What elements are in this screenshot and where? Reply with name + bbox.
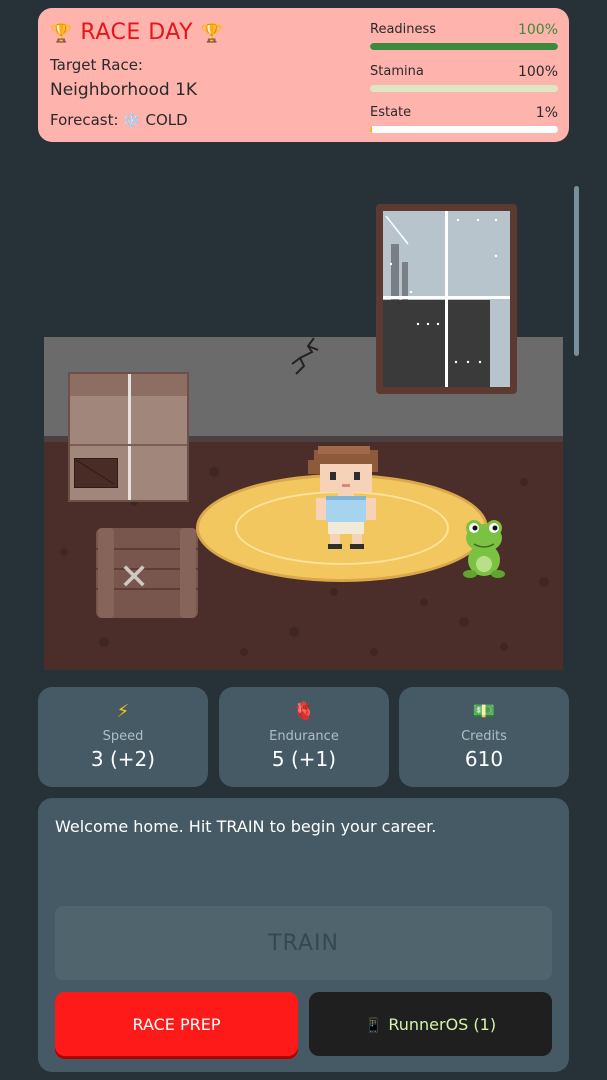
target-race-label: Target Race:: [50, 56, 143, 74]
scrollbar-thumb[interactable]: [574, 186, 579, 356]
wardrobe: [68, 372, 189, 502]
snowflake-icon: ❄️: [123, 113, 141, 129]
estate-meter: Estate 1%: [370, 105, 558, 133]
readiness-label: Readiness: [370, 22, 437, 37]
speed-label: Speed: [102, 729, 144, 744]
trophy-icon: 🏆: [200, 23, 224, 44]
estate-label: Estate: [370, 105, 412, 120]
readiness-meter: Readiness 100%: [370, 22, 558, 50]
action-panel: Welcome home. Hit TRAIN to begin your ca…: [38, 798, 569, 1072]
stamina-meter: Stamina 100%: [370, 64, 558, 92]
stamina-value: 100%: [517, 64, 558, 80]
endurance-label: Endurance: [269, 729, 339, 744]
forecast: Forecast: ❄️ COLD: [50, 111, 188, 129]
race-day-card: 🏆 RACE DAY 🏆 Target Race: Neighborhood 1…: [38, 8, 569, 142]
money-icon: 💵: [472, 701, 496, 722]
phone-icon: 📱: [364, 1017, 383, 1034]
runneros-label: RunnerOS (1): [388, 1014, 497, 1034]
speed-value: 3 (+2): [90, 747, 156, 771]
trophy-icon: 🏆: [50, 23, 73, 44]
forecast-label: Forecast:: [50, 111, 119, 129]
stamina-bar: [370, 85, 558, 92]
room-window: [376, 204, 517, 394]
credits-value: 610: [464, 747, 504, 771]
race-prep-button[interactable]: RACE PREP: [55, 992, 298, 1056]
credits-stat-card: 💵 Credits 610: [399, 687, 569, 787]
status-message: Welcome home. Hit TRAIN to begin your ca…: [55, 817, 437, 836]
runner-character[interactable]: [304, 446, 388, 550]
target-race-name: Neighborhood 1K: [50, 80, 198, 100]
endurance-stat-card: 🫀 Endurance 5 (+1): [219, 687, 389, 787]
readiness-bar: [370, 43, 558, 50]
runneros-button[interactable]: 📱 RunnerOS (1): [309, 992, 552, 1056]
readiness-value: 100%: [517, 22, 558, 38]
endurance-value: 5 (+1): [271, 747, 337, 771]
credits-label: Credits: [461, 729, 507, 744]
stamina-label: Stamina: [370, 64, 424, 79]
race-day-title-text: RACE DAY: [80, 20, 194, 45]
estate-value: 1%: [535, 105, 558, 121]
train-button[interactable]: TRAIN: [55, 906, 552, 980]
lightning-icon: ⚡: [116, 701, 130, 722]
estate-bar: [370, 126, 372, 133]
race-day-title: 🏆 RACE DAY 🏆: [50, 20, 224, 45]
heart-icon: 🫀: [292, 701, 316, 722]
wall-crack: [291, 337, 319, 375]
close-x-icon: ✕: [119, 557, 150, 598]
frog-pet[interactable]: [462, 516, 506, 578]
speed-stat-card: ⚡ Speed 3 (+2): [38, 687, 208, 787]
storage-crate[interactable]: ✕: [96, 528, 198, 618]
forecast-value: COLD: [145, 111, 188, 129]
